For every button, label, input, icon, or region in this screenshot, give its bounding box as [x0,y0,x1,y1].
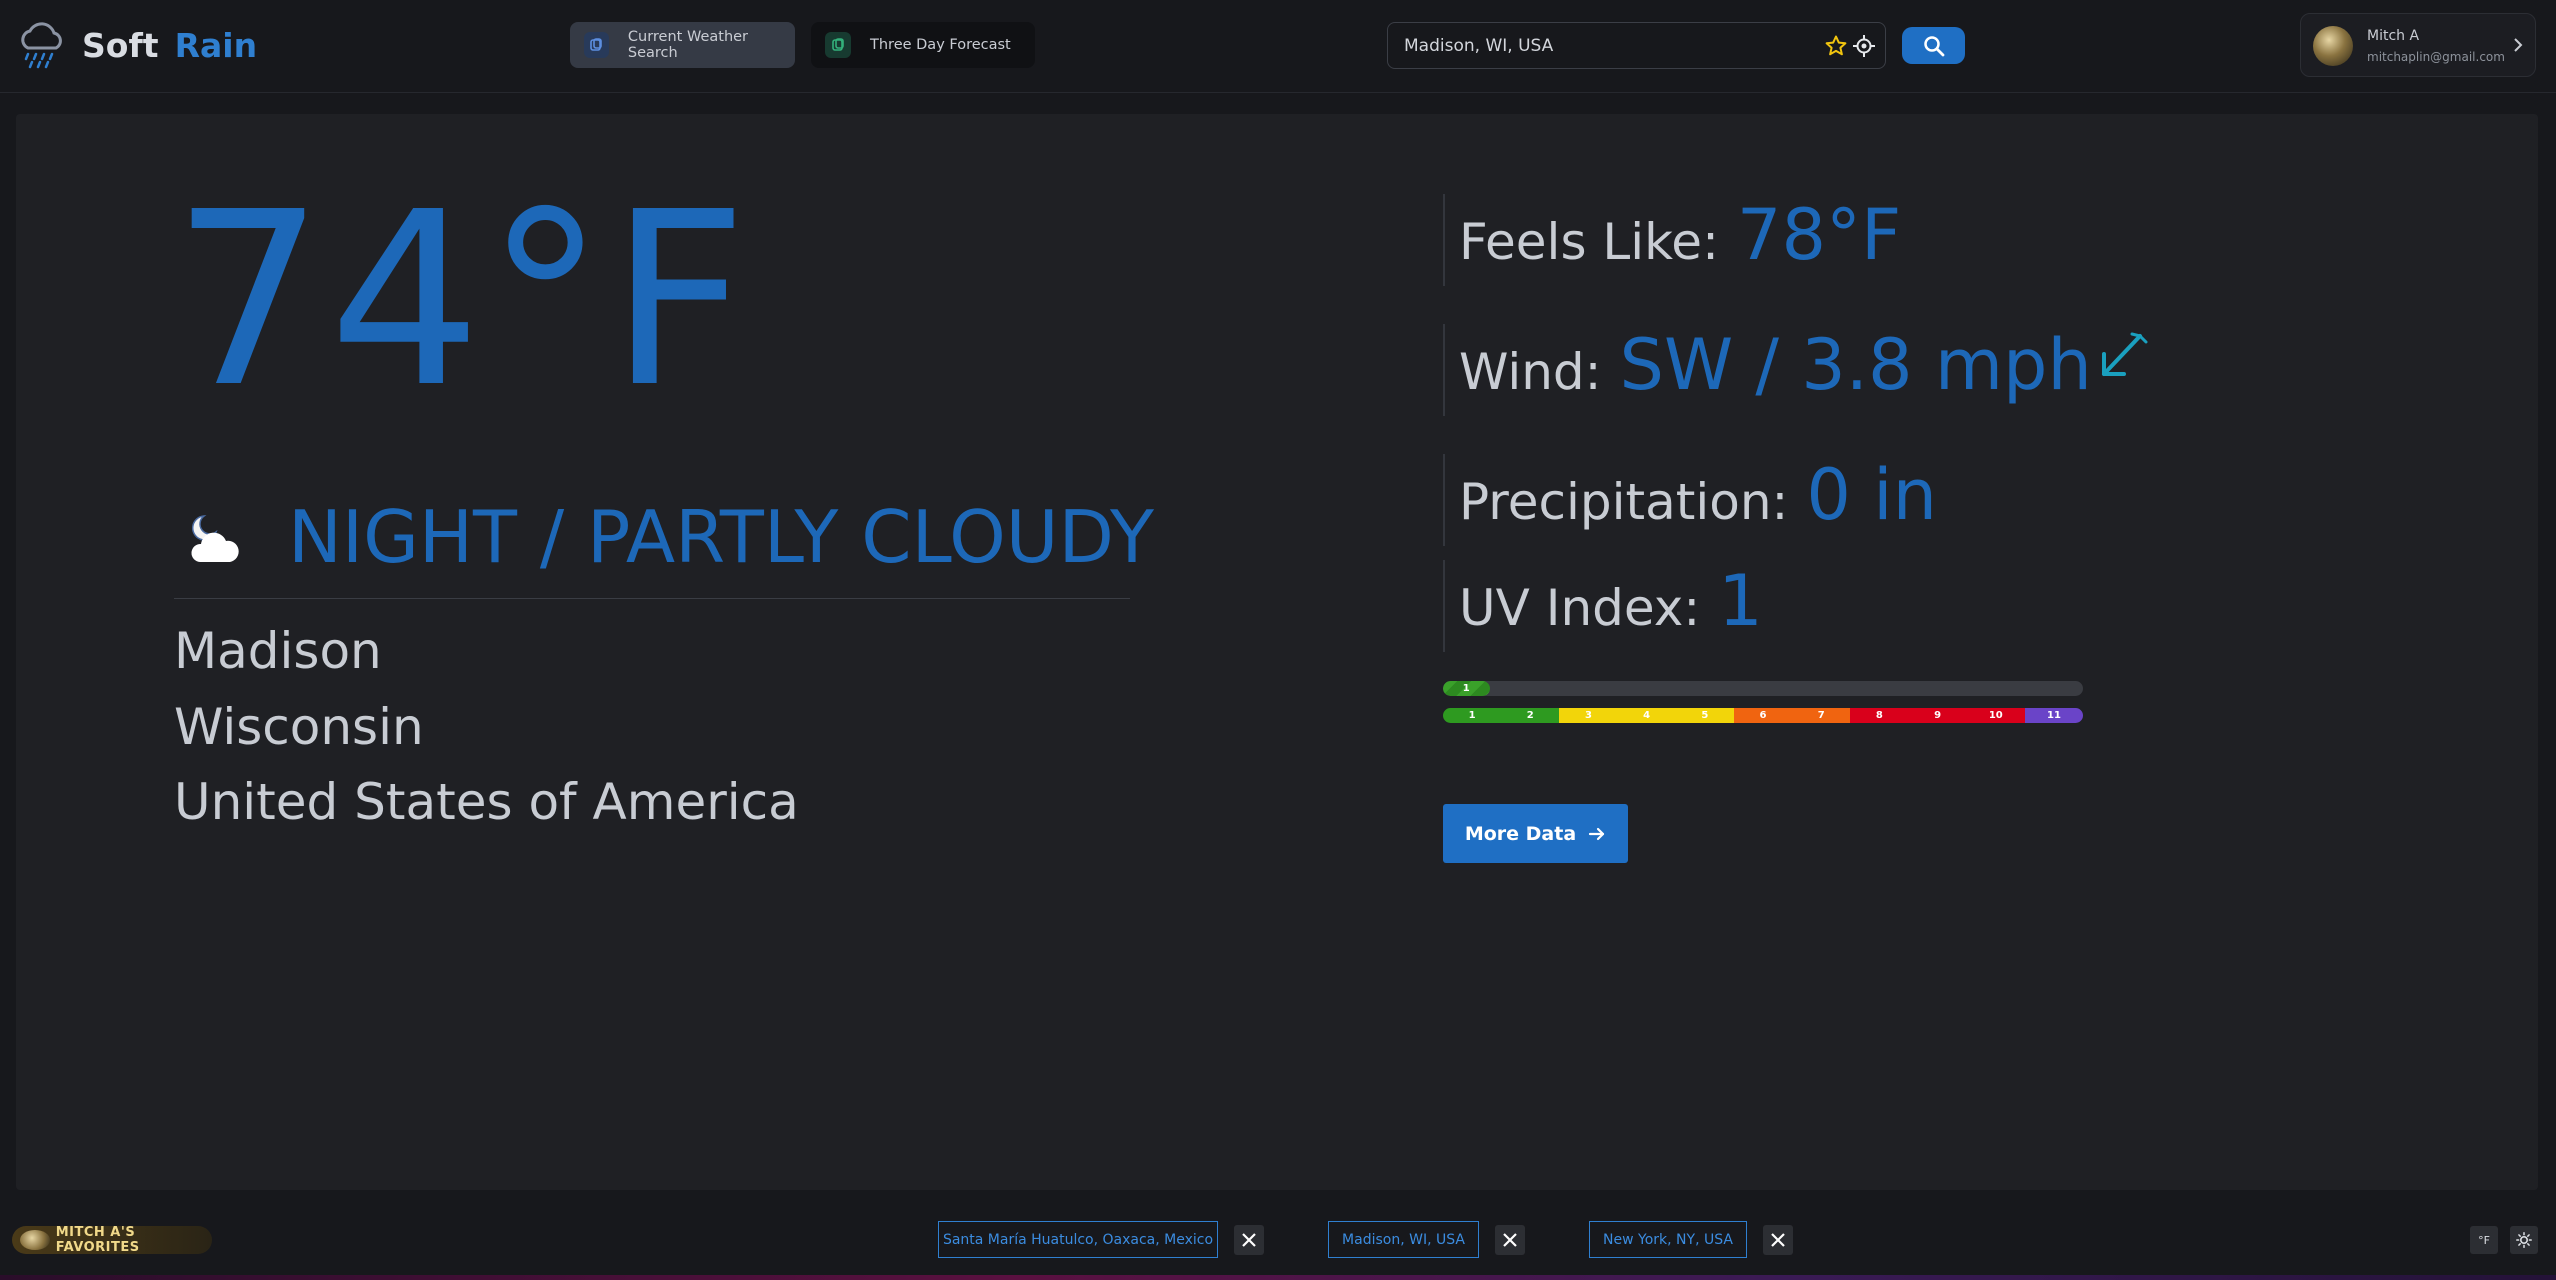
precipitation-stat: Precipitation: 0 in [1443,454,1937,546]
location-city: Madison [174,622,382,680]
user-name: Mitch A [2367,28,2420,44]
logo-text-rain: Rain [174,25,258,65]
uv-color-scale: 1 2 3 4 5 6 7 8 9 10 11 [1443,708,2083,723]
current-weather-icon [584,32,609,58]
favorites-label: MITCH A'S FAVORITES [55,1225,140,1255]
feels-like-label: Feels Like: [1459,213,1719,271]
location-search-input[interactable] [1404,35,1804,56]
night-partly-cloudy-icon [191,515,239,562]
rain-cloud-icon [21,22,62,69]
tab-three-day-forecast[interactable]: Three Day Forecast [811,22,1035,68]
uv-scale-segment: 7 [1792,708,1851,723]
more-data-button[interactable]: More Data [1443,804,1628,863]
feels-like-value: 78°F [1736,194,1902,276]
condition-text: NIGHT / PARTLY CLOUDY [288,495,1154,579]
wind-stat: Wind: SW / 3.8 mph [1443,324,2092,416]
wind-direction-arrow-icon [2102,332,2148,376]
tab-label: Three Day Forecast [870,37,1011,53]
temperature-unit-toggle[interactable]: °F [2470,1226,2498,1254]
current-weather-panel: 74°F NIGHT / PARTLY CLOUDY Madison Wisco… [16,114,2538,1190]
precipitation-label: Precipitation: [1459,473,1789,531]
favorite-location-chip[interactable]: Madison, WI, USA [1328,1221,1479,1258]
uv-scale-segment: 2 [1501,708,1560,723]
remove-favorite-button[interactable] [1495,1225,1525,1255]
chevron-right-icon [2514,38,2523,52]
close-icon [1771,1233,1785,1247]
arrow-right-icon [1589,827,1605,840]
uv-scale-segment: 6 [1733,708,1793,723]
footer-accent-bar [0,1275,2556,1280]
favorites-badge[interactable]: MITCH A'S FAVORITES [12,1225,212,1255]
app-logo[interactable]: Soft Rain [14,18,257,72]
favorites-avatar [20,1230,50,1250]
sun-icon [2516,1232,2532,1248]
remove-favorite-button[interactable] [1763,1225,1793,1255]
wind-value: SW / 3.8 mph [1619,324,2092,406]
uv-scale-segment: 5 [1675,708,1734,723]
feels-like-stat: Feels Like: 78°F [1443,194,1901,286]
favorites-footer: MITCH A'S FAVORITES Santa María Huatulco… [0,1206,2556,1280]
uv-scale-segment: 3 [1559,708,1618,723]
user-email: mitchaplin@gmail.com [2367,50,2505,64]
current-temperature: 74°F [172,160,752,440]
divider [174,598,1130,599]
close-icon [1503,1233,1517,1247]
theme-toggle-button[interactable] [2510,1226,2538,1254]
uv-index-label: UV Index: [1459,579,1701,637]
top-navbar: Soft Rain Current Weather Search Three D… [0,0,2556,93]
star-icon[interactable] [1824,34,1848,58]
location-state: Wisconsin [174,698,424,756]
uv-scale-segment: 1 [1443,708,1502,723]
close-icon [1242,1233,1256,1247]
favorite-location-chip[interactable]: New York, NY, USA [1589,1221,1747,1258]
tab-current-weather-search[interactable]: Current Weather Search [570,22,795,68]
uv-scale-segment: 4 [1617,708,1676,723]
uv-scale-segment: 9 [1908,708,1967,723]
locate-icon[interactable] [1852,34,1876,58]
location-country: United States of America [174,773,799,831]
uv-scale-segment: 8 [1850,708,1909,723]
uv-index-stat: UV Index: 1 [1443,560,1763,652]
tab-label: Current Weather Search [627,29,749,61]
user-profile-card[interactable]: Mitch A mitchaplin@gmail.com [2300,13,2536,77]
search-icon [1923,35,1944,56]
precipitation-value: 0 in [1806,454,1937,536]
remove-favorite-button[interactable] [1234,1225,1264,1255]
uv-index-value: 1 [1718,560,1763,642]
uv-progress-fill: 1 [1443,681,1490,696]
wind-label: Wind: [1459,343,1602,401]
search-button[interactable] [1902,27,1965,64]
favorite-location-chip[interactable]: Santa María Huatulco, Oaxaca, Mexico [938,1221,1218,1258]
uv-scale-segment: 11 [2024,708,2083,723]
logo-text-soft: Soft [82,25,159,65]
more-data-label: More Data [1464,822,1577,845]
avatar [2313,26,2353,66]
forecast-icon [825,32,851,58]
location-search-box [1387,22,1886,69]
uv-scale-segment: 10 [1966,708,2025,723]
uv-progress-bar: 1 [1443,681,2083,696]
